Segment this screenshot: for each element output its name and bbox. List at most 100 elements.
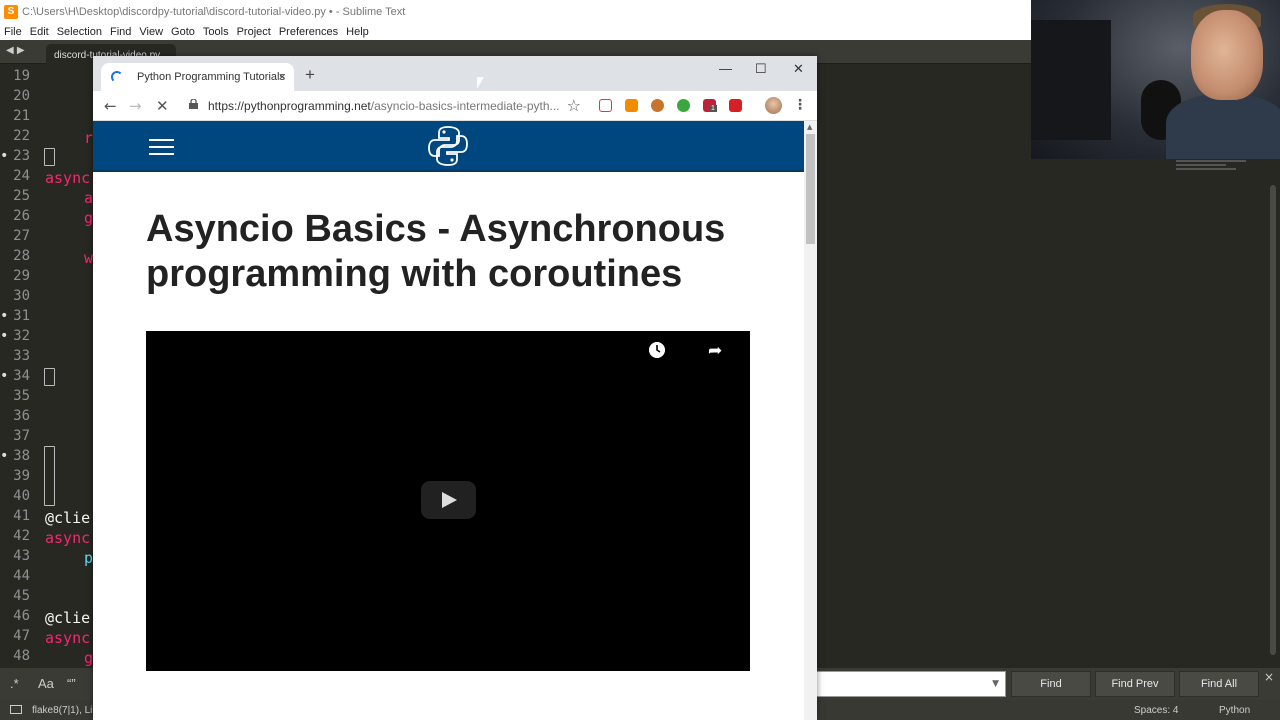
address-bar[interactable]: https://pythonprogramming.net/asyncio-ba… — [181, 94, 585, 118]
sublime-app-icon: S — [4, 4, 18, 19]
find-close-button[interactable]: × — [1264, 670, 1274, 684]
whole-word-toggle[interactable]: “” — [67, 676, 76, 691]
chrome-tab-strip: Python Programming Tutorials × + — ☐ ✕ — [93, 56, 817, 91]
line-number: 30 — [13, 288, 30, 304]
page-viewport: Asyncio Basics - Asynchronous programmin… — [93, 121, 804, 720]
back-button[interactable]: ← — [104, 97, 117, 115]
menu-tools[interactable]: Tools — [199, 26, 233, 38]
scroll-up-arrow-icon[interactable]: ▲ — [807, 123, 812, 131]
url-path: /asyncio-basics-intermediate-pyth... — [370, 99, 560, 113]
code-line[interactable]: a — [84, 188, 93, 208]
code-line[interactable]: @clie — [45, 608, 90, 628]
line-number: 34 — [0, 366, 30, 386]
code-line[interactable]: p — [84, 548, 93, 568]
stop-loading-button[interactable]: ✕ — [156, 97, 169, 115]
site-header — [93, 121, 804, 172]
line-number: 44 — [13, 568, 30, 584]
find-button[interactable]: Find — [1011, 671, 1091, 697]
embedded-video[interactable]: ➦ — [146, 331, 750, 671]
sublime-window-title: C:\Users\H\Desktop\discordpy-tutorial\di… — [22, 5, 406, 18]
line-number: 42 — [13, 528, 30, 544]
line-number: 25 — [13, 188, 30, 204]
menu-view[interactable]: View — [135, 26, 167, 38]
code-line[interactable]: async — [45, 528, 90, 548]
line-number: 19 — [13, 68, 30, 84]
status-syntax[interactable]: Python — [1219, 705, 1250, 716]
menu-selection[interactable]: Selection — [53, 26, 106, 38]
extension-badge: 1 — [709, 105, 717, 112]
maximize-button[interactable]: ☐ — [755, 61, 767, 77]
loading-spinner-icon — [111, 71, 123, 83]
code-line[interactable]: w — [84, 248, 93, 268]
share-icon[interactable]: ➦ — [708, 341, 722, 361]
bookmark-star-icon[interactable]: ☆ — [567, 96, 581, 115]
panel-toggle-icon[interactable] — [10, 705, 22, 714]
code-line[interactable]: async — [45, 628, 90, 648]
line-number: 24 — [13, 168, 30, 184]
line-number: 20 — [13, 88, 30, 104]
menu-edit[interactable]: Edit — [26, 26, 53, 38]
line-number-gutter: 19 20 21 22 23 24 25 26 27 28 29 30 31 3… — [0, 64, 40, 668]
article-title: Asyncio Basics - Asynchronous programmin… — [146, 208, 726, 295]
play-button[interactable] — [421, 481, 476, 519]
code-line[interactable]: r — [84, 128, 93, 148]
code-line[interactable]: g — [84, 208, 93, 228]
line-number: 39 — [13, 468, 30, 484]
presenter-shirt — [1166, 95, 1280, 159]
status-indent[interactable]: Spaces: 4 — [1134, 705, 1178, 716]
menu-file[interactable]: File — [0, 26, 26, 38]
browser-tab[interactable]: Python Programming Tutorials × — [101, 63, 294, 91]
line-number: 28 — [13, 248, 30, 264]
line-number: 27 — [13, 228, 30, 244]
hamburger-menu-icon[interactable] — [149, 139, 174, 155]
window-close-button[interactable]: ✕ — [793, 61, 804, 77]
webcam-shelf — [1031, 20, 1111, 140]
line-number: 36 — [13, 408, 30, 424]
extension-icon[interactable] — [625, 99, 638, 112]
scrollbar-thumb[interactable] — [806, 134, 815, 244]
minimize-button[interactable]: — — [719, 61, 732, 76]
menu-goto[interactable]: Goto — [167, 26, 199, 38]
menu-preferences[interactable]: Preferences — [275, 26, 342, 38]
profile-avatar[interactable] — [765, 97, 782, 114]
minimap[interactable] — [1176, 160, 1256, 172]
python-logo-icon[interactable] — [427, 125, 469, 167]
case-toggle[interactable]: Aa — [38, 676, 54, 691]
extension-icon[interactable] — [677, 99, 690, 112]
menu-find[interactable]: Find — [106, 26, 135, 38]
code-line[interactable]: g — [84, 648, 93, 668]
fold-bracket — [44, 446, 55, 506]
cookie-extension-icon[interactable] — [651, 99, 664, 112]
line-number: 35 — [13, 388, 30, 404]
line-number: 48 — [13, 648, 30, 664]
menu-project[interactable]: Project — [233, 26, 275, 38]
browser-tab-title: Python Programming Tutorials — [137, 71, 285, 83]
forward-button[interactable]: → — [129, 97, 142, 115]
find-all-button[interactable]: Find All — [1179, 671, 1259, 697]
chrome-menu-icon[interactable]: ⋮ — [793, 97, 807, 113]
lock-icon[interactable] — [189, 99, 198, 109]
chrome-toolbar: ← → ✕ https://pythonprogramming.net/asyn… — [93, 91, 817, 121]
regex-toggle[interactable]: .* — [10, 676, 19, 691]
page-scrollbar[interactable]: ▲ — [804, 121, 817, 720]
extension-icon[interactable]: 1 — [703, 99, 717, 112]
find-input[interactable]: ▼ — [816, 671, 1006, 697]
code-line[interactable]: @clie — [45, 508, 90, 528]
line-number: 22 — [13, 128, 30, 144]
editor-scrollbar[interactable] — [1270, 185, 1276, 655]
menu-help[interactable]: Help — [342, 26, 373, 38]
extension-icon[interactable] — [599, 99, 612, 112]
new-tab-button[interactable]: + — [305, 65, 315, 85]
tab-close-icon[interactable]: × — [278, 69, 286, 84]
watch-later-icon[interactable] — [649, 342, 665, 358]
line-number: 46 — [13, 608, 30, 624]
line-number: 45 — [13, 588, 30, 604]
tab-scroll-arrows-icon[interactable]: ◀ ▶ — [6, 45, 25, 56]
extension-icon[interactable] — [729, 99, 742, 112]
chevron-down-icon[interactable]: ▼ — [992, 679, 999, 689]
url-text[interactable]: https://pythonprogramming.net/asyncio-ba… — [208, 99, 560, 113]
line-number: 43 — [13, 548, 30, 564]
find-prev-button[interactable]: Find Prev — [1095, 671, 1175, 697]
code-line[interactable]: async — [45, 168, 90, 188]
line-number: 47 — [13, 628, 30, 644]
